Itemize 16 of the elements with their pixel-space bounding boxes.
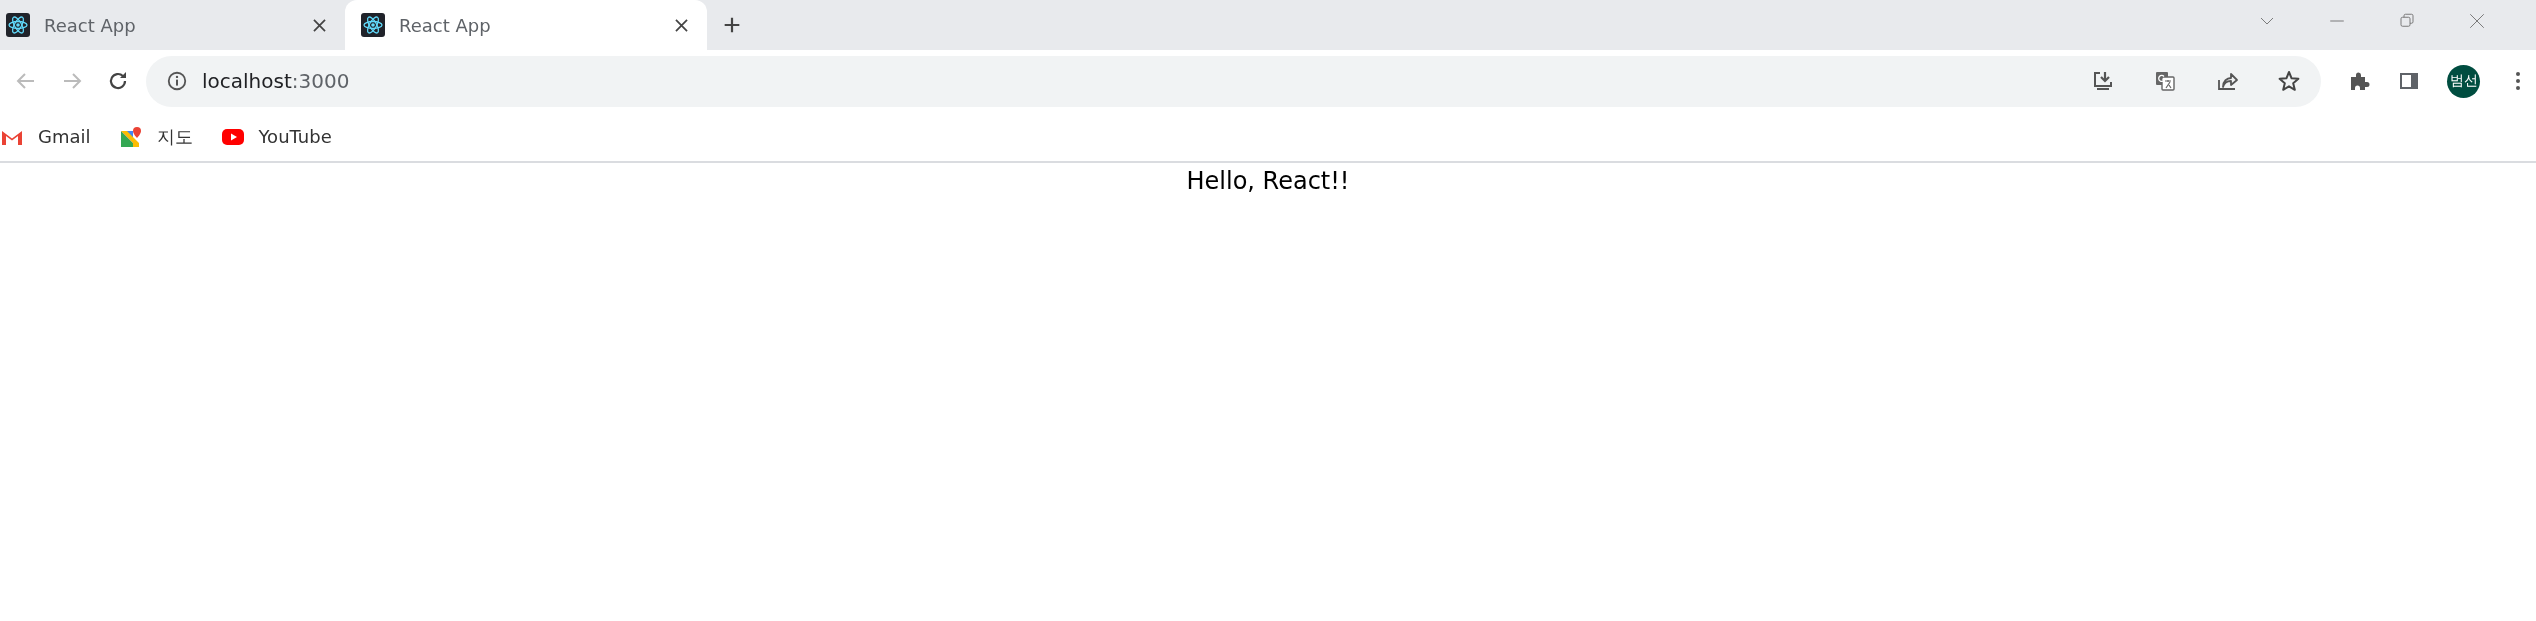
star-icon[interactable] (2277, 69, 2301, 93)
bookmark-link[interactable]: 지도 (118, 124, 193, 149)
url-text[interactable]: localhost:3000 (202, 69, 350, 93)
address-bar[interactable]: localhost:3000 (146, 55, 2321, 107)
react-logo-icon (361, 13, 385, 37)
map-pin-icon (118, 124, 143, 149)
react-logo-icon (6, 13, 30, 37)
bookmark-link[interactable]: Gmail (0, 124, 91, 149)
install-icon[interactable] (2091, 69, 2115, 93)
bookmark-link[interactable]: YouTube (220, 124, 332, 149)
info-icon[interactable] (166, 70, 188, 92)
page-text: Hello, React!! (1186, 167, 1350, 195)
translate-icon[interactable] (2153, 69, 2177, 93)
profile-avatar[interactable]: 범선 (2447, 64, 2480, 98)
browser-tab[interactable]: React App (345, 0, 707, 50)
browser-tab[interactable]: React App (0, 0, 345, 50)
